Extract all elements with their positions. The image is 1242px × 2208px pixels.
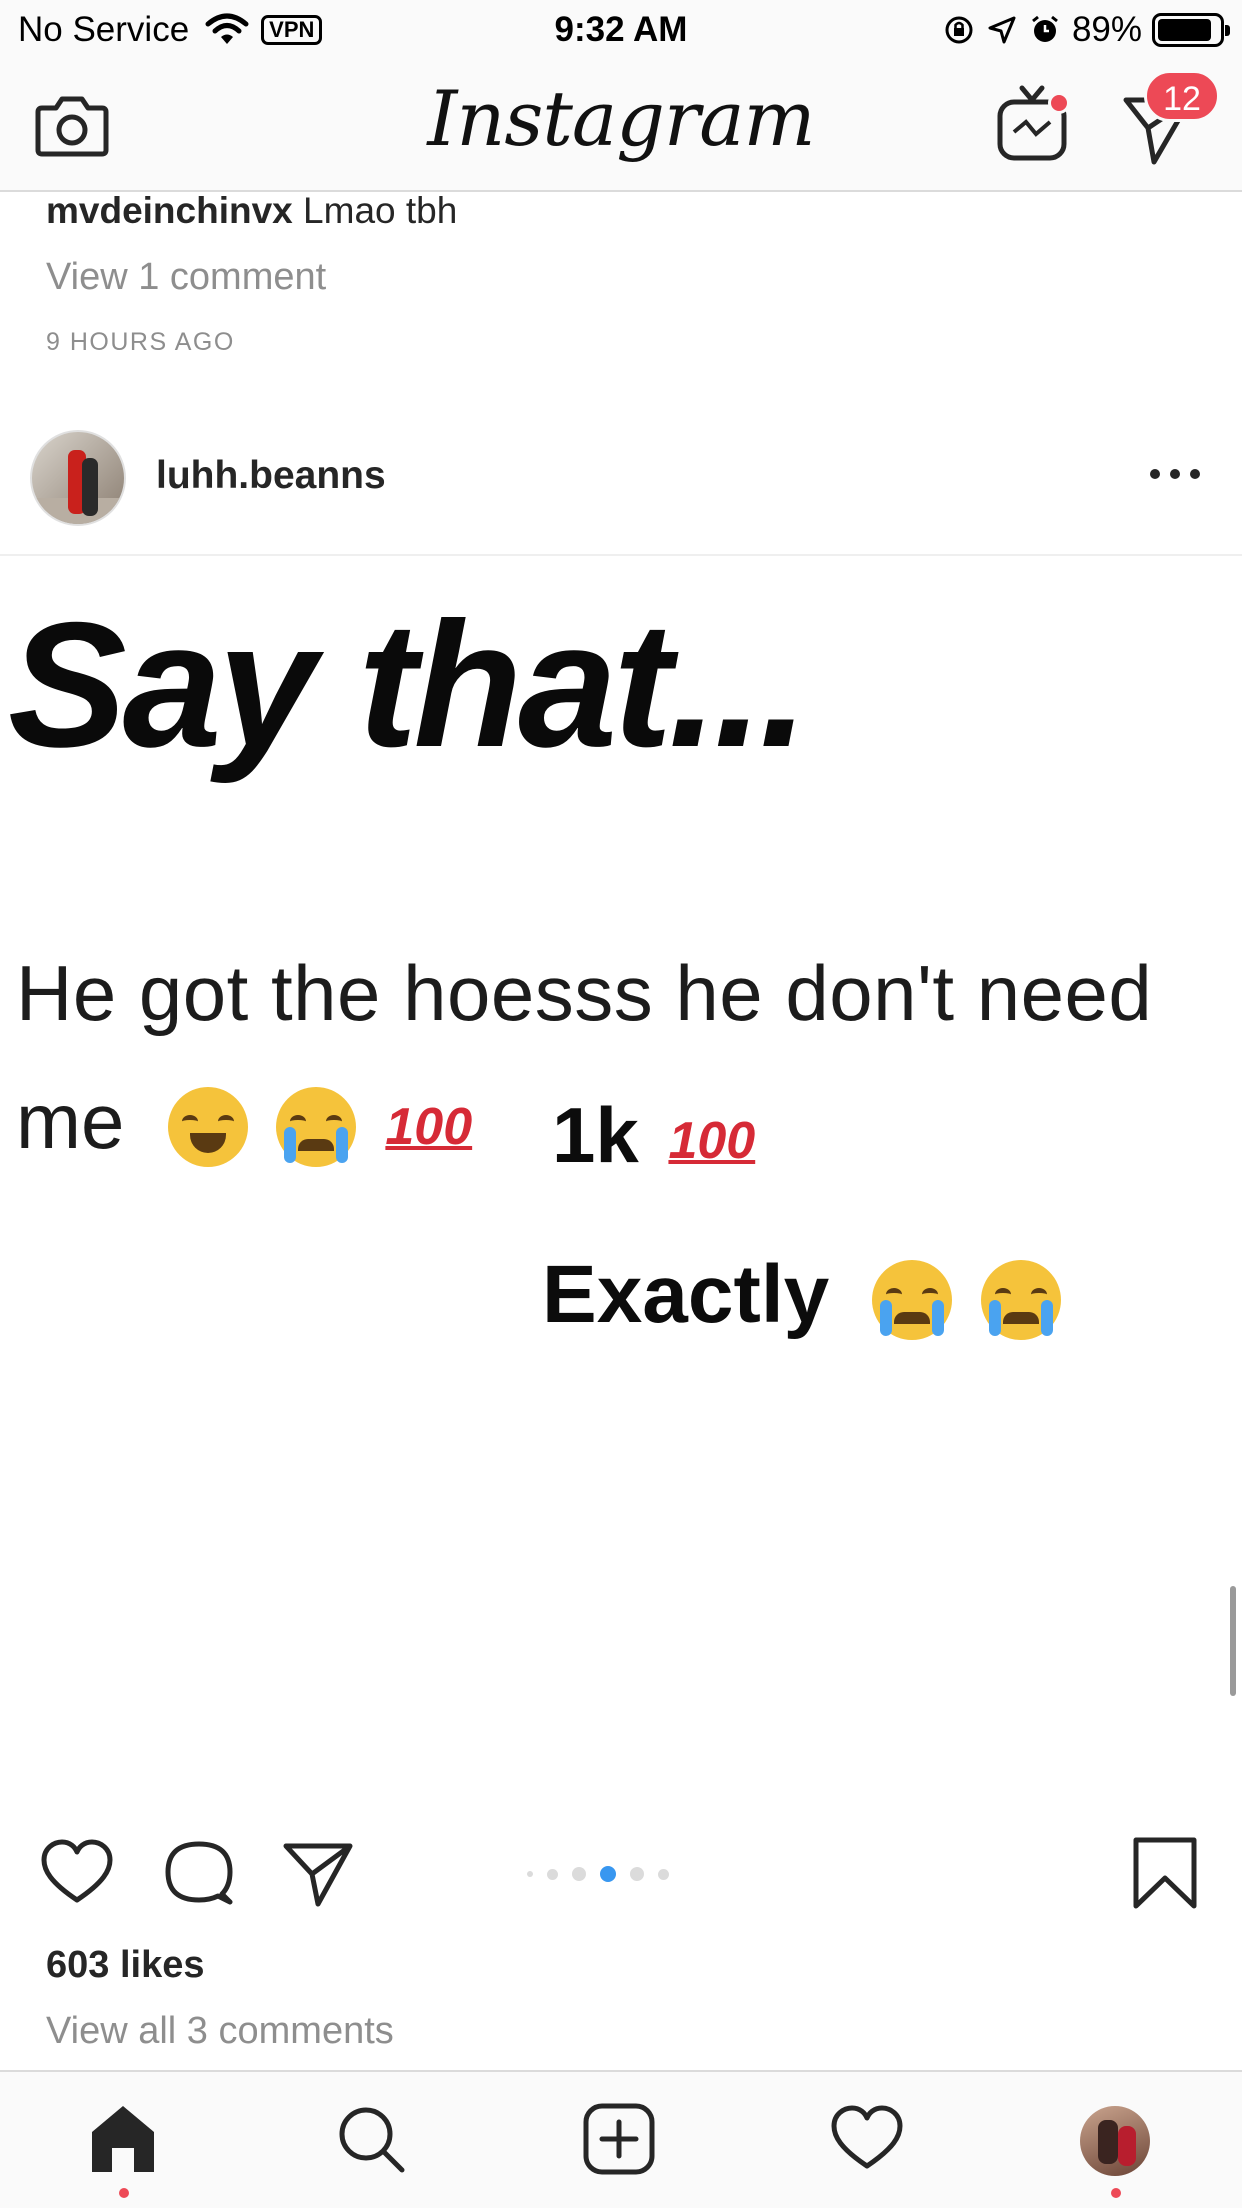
like-heart-icon[interactable] <box>40 1836 114 1910</box>
likes-count[interactable]: 603 likes <box>46 1944 204 1987</box>
battery-fill <box>1158 19 1212 41</box>
status-right: 89% <box>930 10 1230 50</box>
crying-emoji-icon <box>872 1260 952 1341</box>
caption-text: Lmao tbh <box>292 190 458 231</box>
more-options-icon[interactable] <box>1150 466 1200 482</box>
battery-percent: 89% <box>1071 10 1142 49</box>
meme-line-2-text: me <box>16 1077 125 1165</box>
view-comments-link[interactable]: View 1 comment <box>46 256 326 299</box>
crying-emoji-icon <box>980 1260 1061 1341</box>
reply-1k: 1k 100 <box>552 1090 755 1181</box>
carousel-dot <box>547 1868 558 1880</box>
activity-heart-icon[interactable] <box>830 2102 904 2176</box>
meme-line-1: He got the hoesss he don't need <box>16 949 1153 1037</box>
reply-exactly-text: Exactly <box>542 1249 830 1340</box>
location-arrow-icon <box>988 16 1016 44</box>
view-all-comments-link[interactable]: View all 3 comments <box>46 2010 394 2053</box>
hundred-emoji-icon: 100 <box>668 1112 756 1171</box>
previous-post-caption: mvdeinchinvx Lmao tbh <box>46 190 457 232</box>
comment-icon[interactable] <box>162 1836 236 1910</box>
bottom-tab-bar <box>0 2070 1242 2208</box>
share-icon[interactable] <box>282 1836 356 1910</box>
carousel-dot <box>527 1871 533 1877</box>
reply-1k-text: 1k <box>552 1091 639 1179</box>
carousel-dot <box>658 1868 669 1880</box>
post-image[interactable]: Say that... He got the hoesss he don't n… <box>0 558 1242 1800</box>
post-header: luhh.beanns <box>0 420 1242 556</box>
profile-notification-dot <box>1111 2188 1121 2198</box>
igtv-notification-dot <box>1048 92 1070 114</box>
carousel-indicator <box>520 1866 676 1882</box>
laughing-emoji-icon <box>168 1087 249 1168</box>
reply-exactly: Exactly <box>542 1248 1061 1342</box>
post-timestamp: 9 HOURS AGO <box>46 328 235 356</box>
home-icon[interactable] <box>86 2102 160 2176</box>
dm-count-badge: 12 <box>1144 70 1220 122</box>
meme-headline: Say that... <box>8 585 809 784</box>
carousel-dot <box>600 1866 616 1882</box>
carousel-dot <box>572 1867 586 1881</box>
orientation-lock-icon <box>945 16 973 44</box>
profile-avatar[interactable] <box>1080 2106 1150 2176</box>
caption-username[interactable]: mvdeinchinvx <box>46 190 293 231</box>
search-icon[interactable] <box>334 2102 408 2176</box>
avatar[interactable] <box>30 430 126 526</box>
hundred-emoji-icon: 100 <box>385 1098 473 1157</box>
bookmark-icon[interactable] <box>1128 1836 1202 1910</box>
top-nav: Instagram 12 <box>0 62 1242 192</box>
carousel-dot <box>630 1867 644 1881</box>
new-post-icon[interactable] <box>582 2102 656 2176</box>
status-bar: No Service VPN 9:32 AM 89% <box>0 0 1242 62</box>
battery-icon <box>1152 13 1230 47</box>
post-actions <box>0 1800 1242 1940</box>
crying-emoji-icon <box>275 1087 356 1168</box>
home-active-dot <box>119 2188 129 2198</box>
meme-line-2: me 100 <box>16 1076 473 1168</box>
scroll-indicator[interactable] <box>1230 1586 1236 1696</box>
post-username[interactable]: luhh.beanns <box>156 454 386 498</box>
alarm-icon <box>1032 15 1058 42</box>
